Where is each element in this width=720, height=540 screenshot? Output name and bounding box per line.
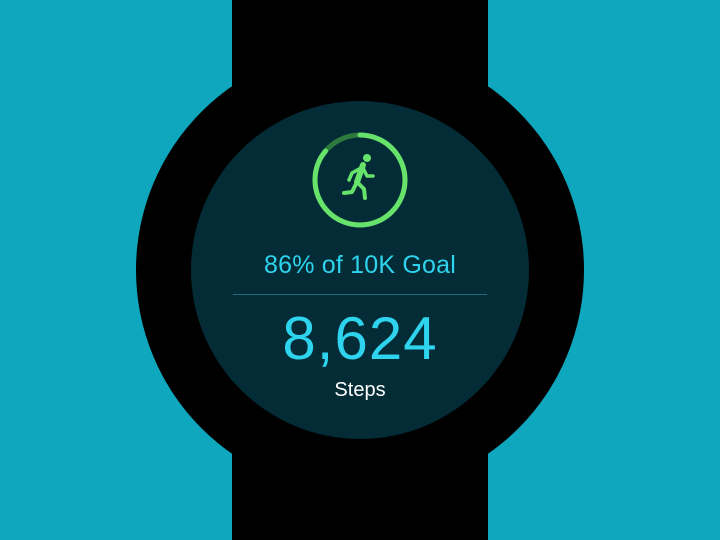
goal-progress-text: 86% of 10K Goal [263,251,456,279]
running-person-icon [342,154,375,200]
divider-line [233,294,487,295]
step-count: 8,624 [282,305,438,372]
steps-label: Steps [334,379,386,401]
watch-screen: 86% of 10K Goal 8,624 Steps [191,101,529,439]
goal-progress-ring [310,130,410,230]
watch-scene: 86% of 10K Goal 8,624 Steps [0,0,720,540]
